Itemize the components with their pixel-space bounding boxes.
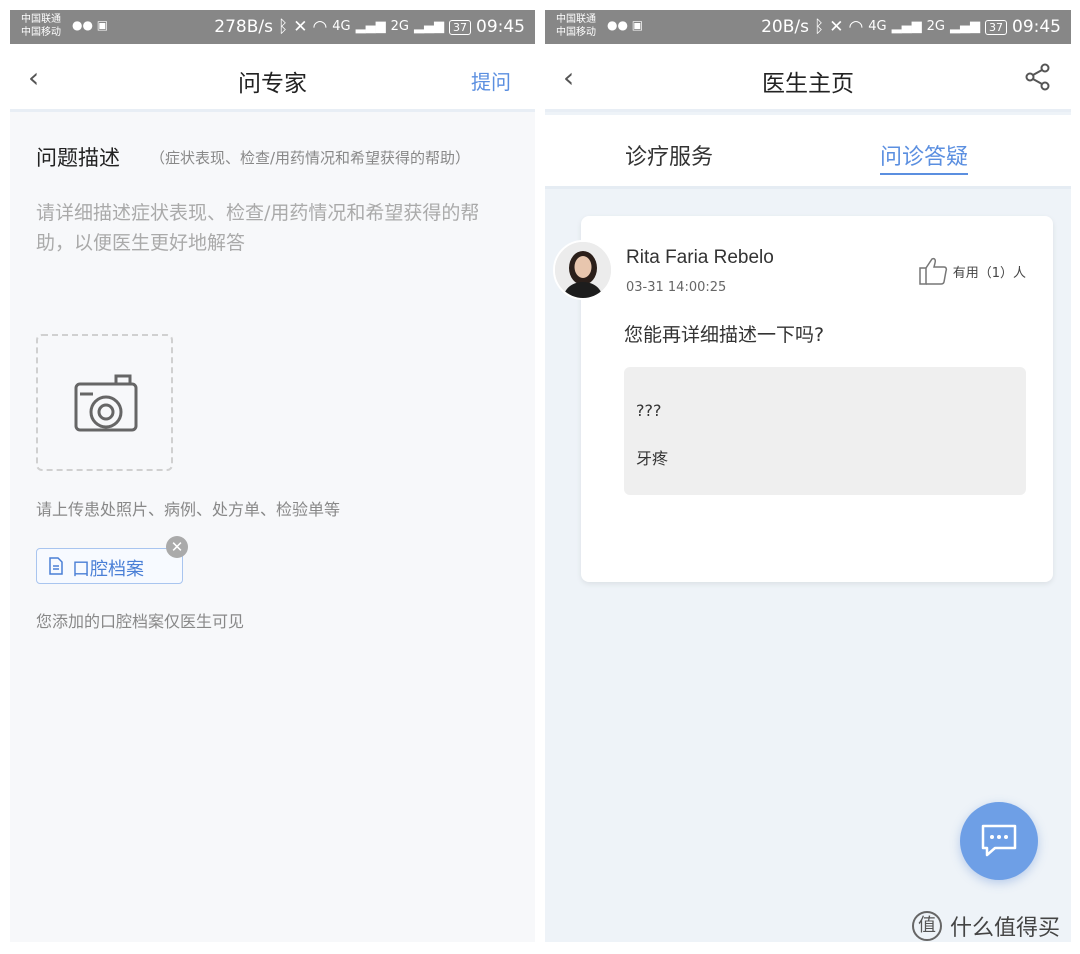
battery-level: 37 — [449, 19, 471, 35]
network-speed: 278B/s — [214, 17, 273, 37]
nav-bar: ‹ 问专家 提问 — [10, 44, 535, 112]
carrier-info: 中国联通 中国移动 — [556, 13, 596, 39]
clock: 09:45 — [476, 17, 525, 37]
answer-box: ??? 牙疼 — [624, 367, 1026, 495]
wechat-icon: ●● — [72, 18, 93, 32]
mute-icon: ✕ — [829, 17, 844, 37]
watermark-logo-icon: 值 — [912, 911, 942, 941]
wifi-icon: ◠ — [312, 17, 328, 37]
mute-icon: ✕ — [293, 17, 308, 37]
post-timestamp: 03-31 14:00:25 — [626, 280, 727, 295]
status-bar: 中国联通 中国移动 ●● ▣ 20B/s ᛒ ✕ ◠ 4G ▂▄▆ 2G ▂▄▆… — [545, 10, 1071, 44]
network-type-2: 2G — [390, 19, 409, 34]
submit-question-button[interactable]: 提问 — [471, 66, 511, 95]
app-notification-icon: ▣ — [631, 18, 644, 32]
status-bar: 中国联通 中国移动 ●● ▣ 278B/s ᛒ ✕ ◠ 4G ▂▄▆ 2G ▂▄… — [10, 10, 535, 44]
notification-icons: ●● ▣ — [72, 18, 108, 32]
question-hint: （症状表现、检查/用药情况和希望获得的帮助） — [150, 149, 471, 167]
thumbs-up-icon — [918, 257, 947, 285]
page-title: 医生主页 — [762, 71, 854, 97]
page-title: 问专家 — [238, 71, 307, 97]
app-notification-icon: ▣ — [96, 18, 109, 32]
network-type-1: 4G — [332, 19, 351, 34]
tab-qa[interactable]: 问诊答疑 — [880, 139, 969, 175]
answer-line: 牙疼 — [636, 449, 669, 468]
wechat-icon: ●● — [607, 18, 628, 32]
carrier-name-1: 中国联通 — [556, 14, 596, 25]
camera-icon — [74, 374, 138, 432]
carrier-name-1: 中国联通 — [21, 14, 61, 25]
chat-icon — [981, 824, 1017, 857]
close-icon[interactable]: ✕ — [166, 536, 188, 558]
signal-icon-2: ▂▄▆ — [414, 19, 444, 34]
dental-record-chip[interactable]: 口腔档案 — [36, 548, 183, 584]
dental-record-label: 口腔档案 — [72, 559, 144, 580]
document-icon — [49, 557, 63, 575]
watermark-text: 什么值得买 — [950, 916, 1061, 941]
carrier-info: 中国联通 中国移动 — [21, 13, 61, 39]
battery-level: 37 — [985, 19, 1007, 35]
ask-expert-screen: 中国联通 中国移动 ●● ▣ 278B/s ᛒ ✕ ◠ 4G ▂▄▆ 2G ▂▄… — [10, 10, 535, 942]
network-speed: 20B/s — [761, 17, 809, 37]
signal-icon-1: ▂▄▆ — [355, 19, 386, 34]
bluetooth-icon: ᛒ — [277, 17, 289, 37]
notification-icons: ●● ▣ — [607, 18, 643, 32]
watermark: 值 什么值得买 — [912, 910, 1060, 942]
record-visibility-note: 您添加的口腔档案仅医生可见 — [36, 612, 245, 631]
question-input[interactable]: 请详细描述症状表现、检查/用药情况和希望获得的帮助，以便医生更好地解答 — [36, 198, 516, 258]
photo-upload-button[interactable] — [36, 334, 173, 471]
upload-hint: 请上传患处照片、病例、处方单、检验单等 — [36, 500, 341, 519]
avatar — [553, 240, 613, 300]
answer-line: ??? — [636, 401, 662, 420]
wifi-icon: ◠ — [848, 17, 864, 37]
helpful-button[interactable]: 有用（1）人 — [917, 256, 1026, 286]
doctor-profile-screen: 中国联通 中国移动 ●● ▣ 20B/s ᛒ ✕ ◠ 4G ▂▄▆ 2G ▂▄▆… — [545, 10, 1071, 942]
status-right: 20B/s ᛒ ✕ ◠ 4G ▂▄▆ 2G ▂▄▆ 37 09:45 — [761, 16, 1061, 38]
doctor-question: 您能再详细描述一下吗? — [624, 324, 825, 346]
share-icon[interactable] — [1023, 62, 1053, 92]
carrier-name-2: 中国移动 — [21, 27, 61, 38]
bluetooth-icon: ᛒ — [813, 17, 825, 37]
tab-bar: 诊疗服务 问诊答疑 — [545, 115, 1071, 189]
nav-bar: ‹ 医生主页 — [545, 44, 1071, 112]
network-type-1: 4G — [868, 19, 887, 34]
doctor-name: Rita Faria Rebelo — [626, 247, 774, 268]
tab-services[interactable]: 诊疗服务 — [625, 139, 713, 171]
helpful-count: 有用（1）人 — [952, 265, 1026, 281]
network-type-2: 2G — [926, 19, 945, 34]
clock: 09:45 — [1012, 17, 1061, 37]
chat-button[interactable] — [960, 802, 1038, 880]
carrier-name-2: 中国移动 — [556, 27, 596, 38]
signal-icon-2: ▂▄▆ — [950, 19, 980, 34]
question-title: 问题描述 — [36, 146, 120, 170]
signal-icon-1: ▂▄▆ — [891, 19, 922, 34]
status-right: 278B/s ᛒ ✕ ◠ 4G ▂▄▆ 2G ▂▄▆ 37 09:45 — [214, 16, 525, 38]
